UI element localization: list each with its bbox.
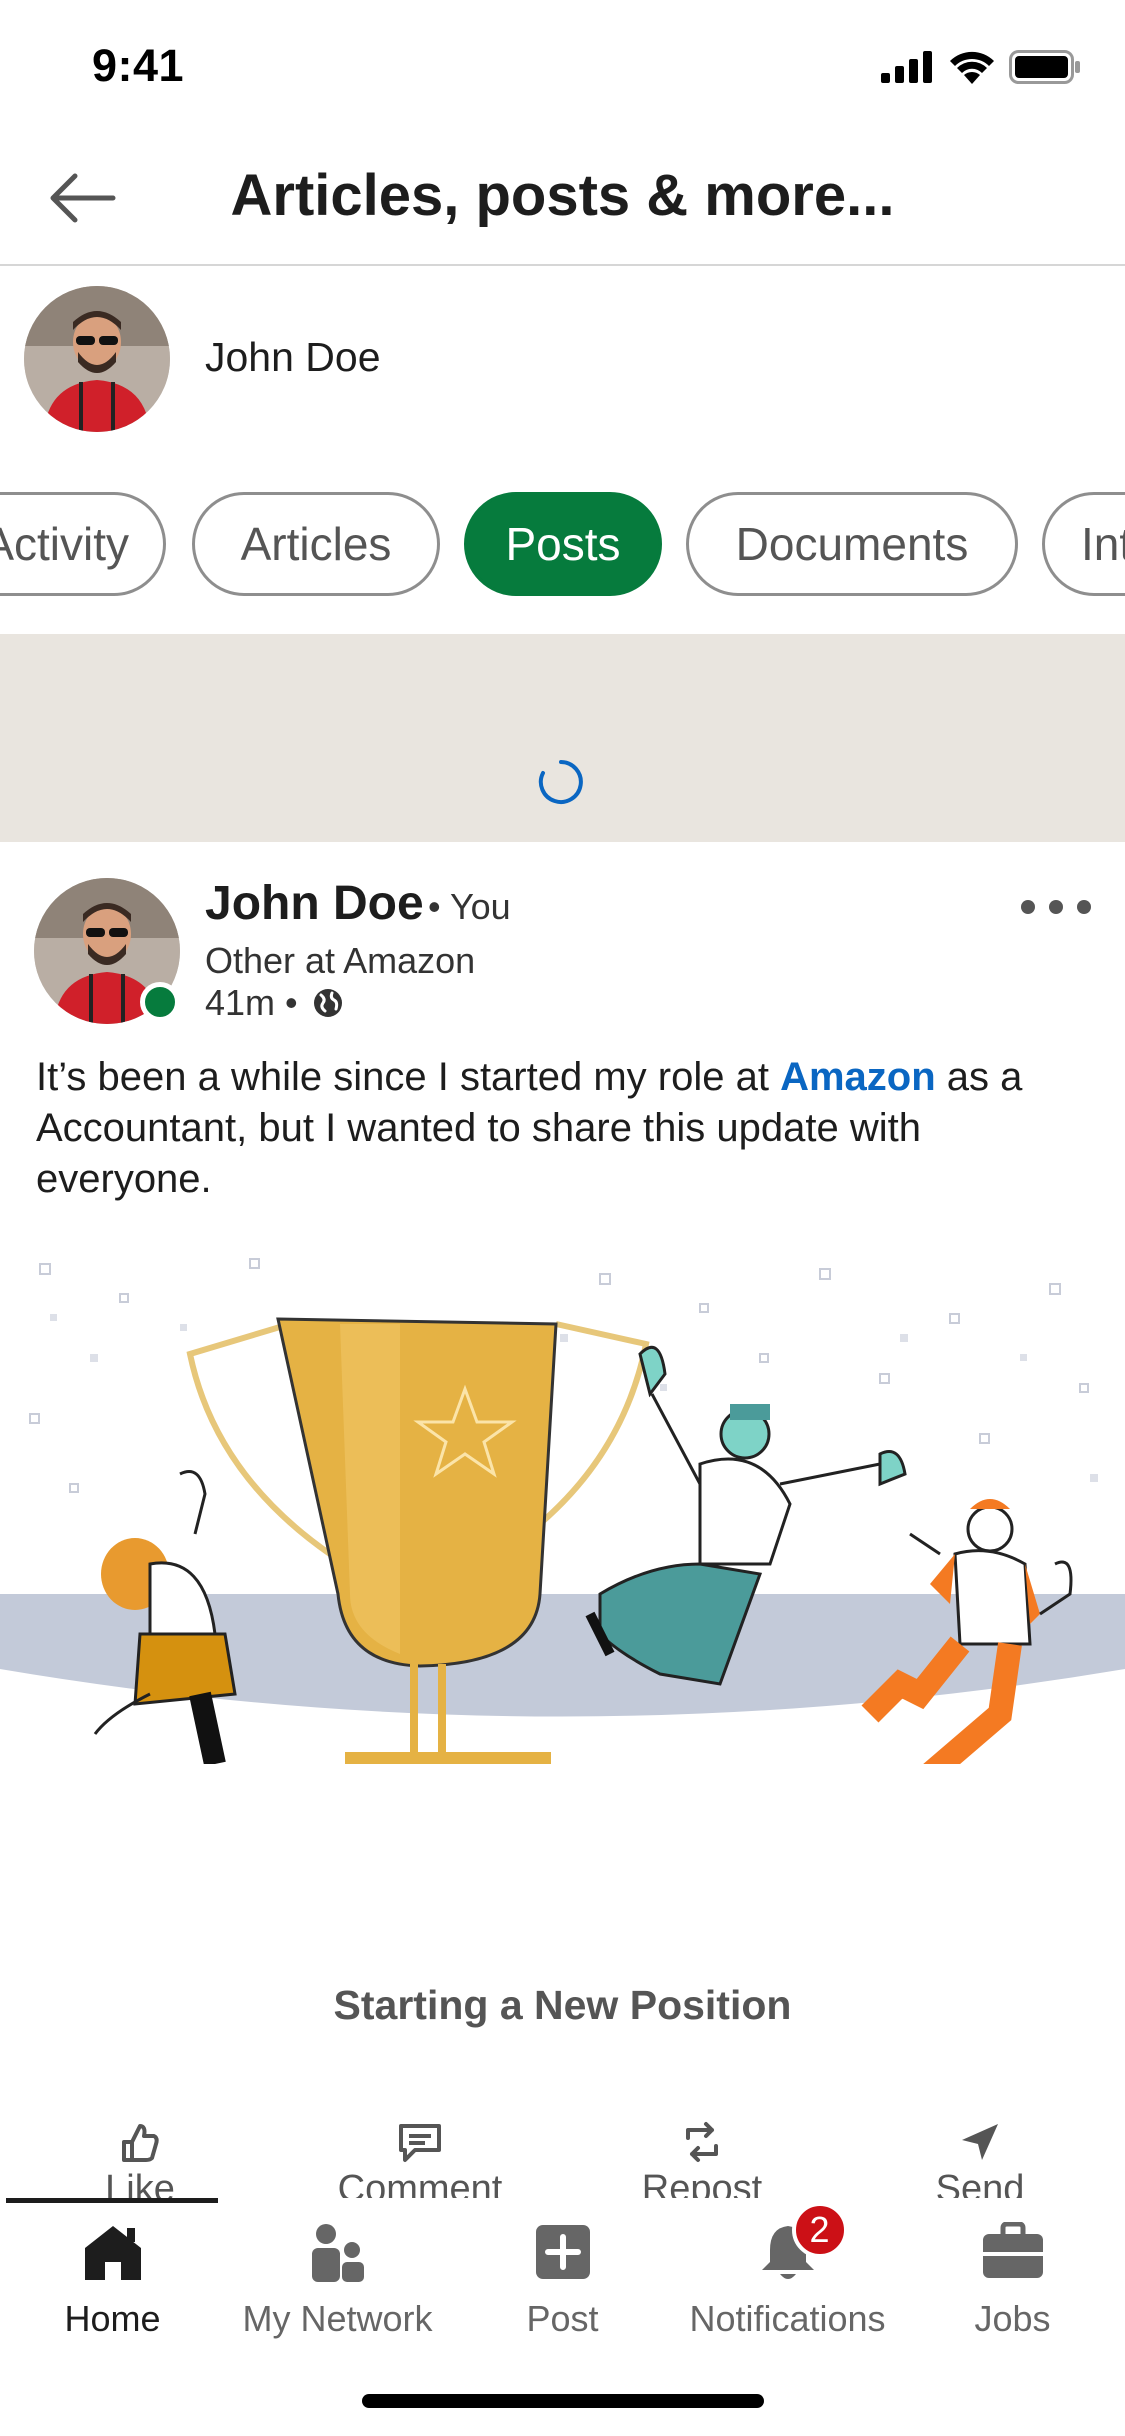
like-label: Like: [105, 2168, 175, 2200]
nav-my-network[interactable]: My Network: [225, 2216, 450, 2340]
people-icon: [302, 2216, 374, 2288]
nav-my-network-label: My Network: [242, 2298, 433, 2339]
comment-label: Comment: [337, 2168, 503, 2200]
loading-banner: [0, 634, 1125, 842]
cellular-signal-icon: [881, 51, 932, 83]
post-body-text: It’s been a while since I started my rol…: [36, 1052, 1096, 1205]
battery-icon: [1009, 50, 1080, 84]
post-author-name[interactable]: John Doe: [205, 876, 424, 931]
notifications-badge: 2: [791, 2202, 848, 2258]
post-image-caption: Starting a New Position: [333, 1982, 792, 2028]
avatar[interactable]: [24, 286, 170, 432]
nav-jobs-label: Jobs: [974, 2298, 1051, 2339]
plus-square-icon: [527, 2216, 599, 2288]
profile-name[interactable]: John Doe: [205, 334, 381, 381]
chip-documents[interactable]: Documents: [686, 492, 1018, 596]
more-dot-icon: [1077, 900, 1091, 914]
nav-home[interactable]: Home: [0, 2216, 225, 2340]
nav-home-label: Home: [64, 2298, 161, 2339]
more-dot-icon: [1049, 900, 1063, 914]
online-status-dot: [140, 982, 180, 1022]
page-title: Articles, posts & more...: [230, 163, 895, 228]
post-more-options-button[interactable]: [1021, 892, 1091, 922]
chip-activity[interactable]: Activity: [0, 492, 166, 596]
post-timestamp: 41m •: [205, 982, 298, 1023]
send-icon: [962, 2124, 998, 2160]
send-button[interactable]: Send: [880, 2120, 1080, 2200]
like-icon: [122, 2124, 159, 2162]
chip-interests[interactable]: Interests: [1042, 492, 1125, 596]
post-author-headline: Other at Amazon: [205, 940, 476, 981]
bell-icon: 2: [752, 2202, 848, 2288]
comment-icon: [399, 2124, 441, 2162]
send-label: Send: [935, 2168, 1025, 2200]
home-icon: [77, 2216, 149, 2288]
post-text-before: It’s been a while since I started my rol…: [36, 1055, 781, 1099]
repost-label: Repost: [641, 2168, 763, 2200]
globe-icon: [313, 989, 342, 1017]
nav-post-label: Post: [526, 2298, 599, 2339]
filter-chip-row: Activity Articles Posts Documents Intere…: [0, 490, 1125, 600]
wifi-icon: [950, 51, 994, 84]
post-action-row: Like Comment Repost Send: [0, 2120, 1125, 2200]
briefcase-icon: [977, 2216, 1049, 2288]
nav-jobs[interactable]: Jobs: [900, 2216, 1125, 2340]
status-icons: [881, 50, 1081, 84]
company-mention-link[interactable]: Amazon: [780, 1055, 936, 1099]
new-position-illustration[interactable]: [0, 1234, 1125, 1764]
profile-row[interactable]: John Doe: [0, 266, 1125, 438]
more-dot-icon: [1021, 900, 1035, 914]
nav-notifications[interactable]: 2 Notifications: [675, 2202, 900, 2340]
like-button[interactable]: Like: [40, 2120, 240, 2200]
chip-articles[interactable]: Articles: [192, 492, 440, 596]
loading-spinner-icon: [538, 760, 583, 804]
repost-button[interactable]: Repost: [602, 2120, 802, 2200]
post-meta: 41m •: [205, 982, 344, 1024]
nav-notifications-label: Notifications: [689, 2298, 886, 2339]
avatar-image: [24, 286, 170, 432]
chip-posts[interactable]: Posts: [464, 492, 662, 596]
page-header: Articles, posts & more...: [0, 132, 1125, 266]
comment-button[interactable]: Comment: [320, 2120, 520, 2200]
repost-icon: [686, 2122, 718, 2162]
nav-post[interactable]: Post: [450, 2216, 675, 2340]
status-bar: 9:41: [0, 0, 1125, 132]
status-time: 9:41: [92, 40, 185, 91]
home-indicator: [362, 2394, 764, 2408]
active-tab-indicator: [6, 2198, 218, 2203]
post-you-label: • You: [428, 886, 511, 927]
